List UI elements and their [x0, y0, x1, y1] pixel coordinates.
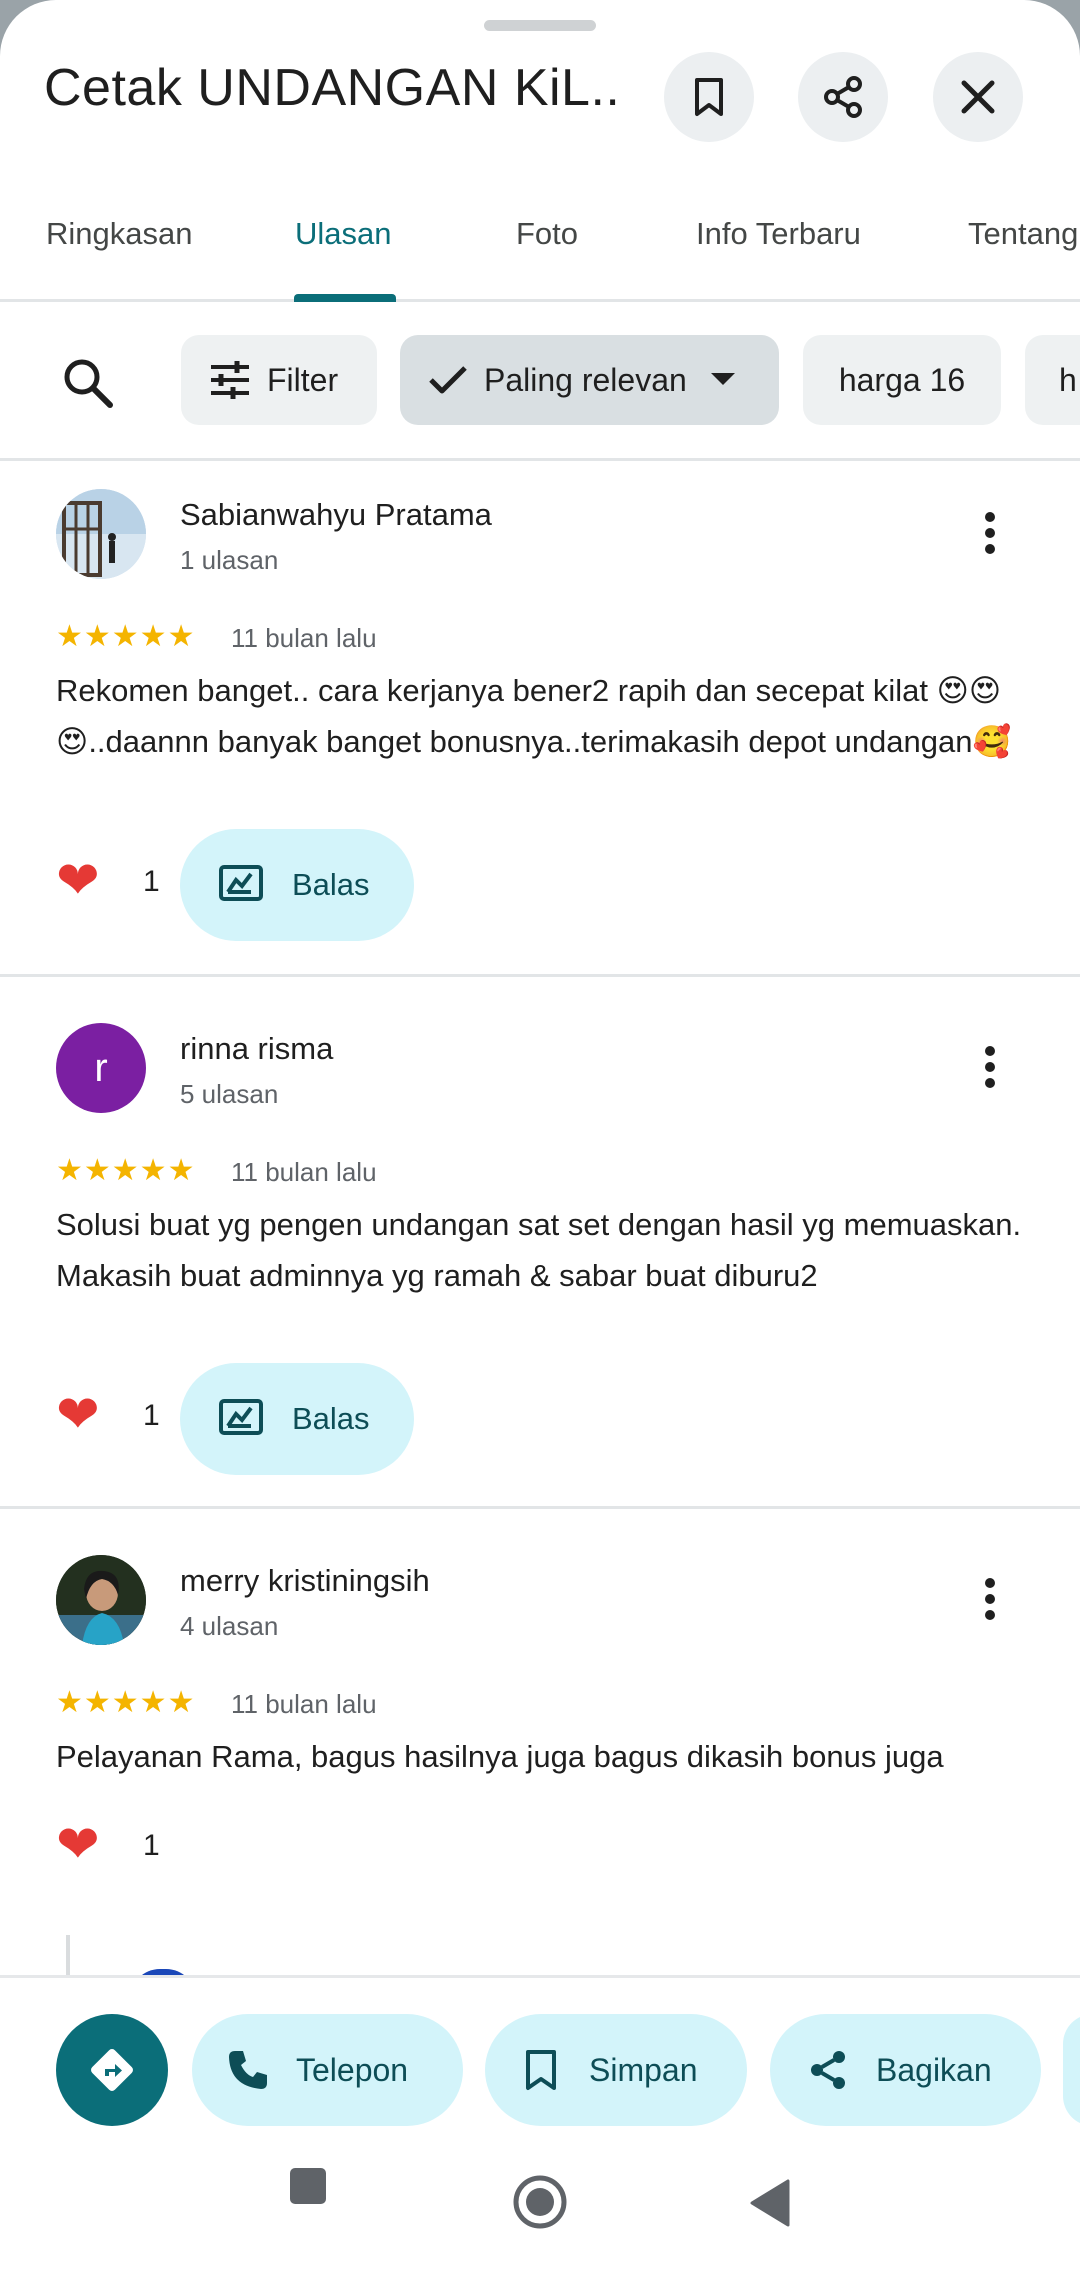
- topic-chip-harga[interactable]: harga 16: [803, 335, 1001, 425]
- more-vert-icon: [985, 1578, 995, 1620]
- close-button[interactable]: [933, 52, 1023, 142]
- share-button[interactable]: Bagikan: [770, 2014, 1041, 2126]
- review-card: r rinna risma 5 ulasan ★★★★★ 11 bulan la…: [0, 977, 1080, 1509]
- review-time: 11 bulan lalu: [231, 1157, 377, 1187]
- bookmark-icon: [526, 2050, 556, 2090]
- directions-icon: [91, 2049, 133, 2091]
- more-vert-icon: [985, 1046, 995, 1088]
- tab-tentang[interactable]: Tentang: [968, 216, 1078, 252]
- review-filter-bar: Filter Paling relevan harga 16 h: [0, 305, 1080, 461]
- like-count: 1: [143, 1829, 160, 1862]
- more-options-button[interactable]: [974, 509, 1006, 557]
- review-text: Pelayanan Rama, bagus hasilnya juga bagu…: [56, 1739, 944, 1774]
- avatar[interactable]: [56, 489, 146, 579]
- star-rating: ★★★★★: [56, 1154, 196, 1187]
- reviewer-review-count: 4 ulasan: [180, 1611, 279, 1641]
- active-tab-indicator: [294, 294, 396, 302]
- sort-chip[interactable]: Paling relevan: [400, 335, 779, 425]
- topic-chip-label: h: [1059, 361, 1077, 398]
- profile-photo: [56, 489, 146, 579]
- save-button[interactable]: Simpan: [485, 2014, 747, 2126]
- bookmark-icon: [695, 78, 723, 116]
- directions-button[interactable]: [56, 2014, 168, 2126]
- place-sheet: Cetak UNDANGAN KiL... Ringkasan Ulasan F…: [0, 0, 1080, 2271]
- avatar[interactable]: [56, 1555, 146, 1645]
- owner-reply-thread-line: [66, 1935, 70, 1975]
- reviewer-review-count: 1 ulasan: [180, 545, 279, 575]
- filter-chip[interactable]: Filter: [181, 335, 377, 425]
- share-header-button[interactable]: [798, 52, 888, 142]
- review-card: Sabianwahyu Pratama 1 ulasan ★★★★★ 11 bu…: [0, 461, 1080, 977]
- reply-button[interactable]: Balas: [180, 1363, 414, 1475]
- home-nav-button[interactable]: [510, 2172, 570, 2232]
- filter-chip-label: Filter: [267, 361, 339, 398]
- check-icon: [429, 366, 467, 394]
- phone-icon: [229, 2051, 267, 2089]
- reply-button[interactable]: Balas: [180, 829, 414, 941]
- call-button-label: Telepon: [296, 2051, 409, 2088]
- tab-info-terbaru[interactable]: Info Terbaru: [696, 216, 861, 252]
- heart-icon[interactable]: ❤: [56, 1385, 100, 1445]
- reply-icon: [219, 865, 263, 901]
- place-title: Cetak UNDANGAN KiL...: [44, 59, 624, 117]
- reviewer-name[interactable]: merry kristiningsih: [180, 1563, 430, 1599]
- back-nav-button[interactable]: [748, 2178, 792, 2228]
- more-options-button[interactable]: [974, 1043, 1006, 1091]
- heart-icon[interactable]: ❤: [56, 1815, 100, 1875]
- save-button-label: Simpan: [589, 2051, 698, 2088]
- drag-handle[interactable]: [484, 20, 596, 31]
- share-button-label: Bagikan: [876, 2051, 992, 2088]
- more-options-button[interactable]: [974, 1575, 1006, 1623]
- tune-icon: [211, 361, 249, 399]
- review-text: Solusi buat yg pengen undangan sat set d…: [56, 1207, 1022, 1293]
- recents-nav-button[interactable]: [286, 2164, 330, 2208]
- like-count: 1: [143, 865, 160, 898]
- review-text: Rekomen banget.. cara kerjanya bener2 ra…: [56, 673, 1012, 759]
- close-icon: [961, 80, 995, 114]
- review-card: merry kristiningsih 4 ulasan ★★★★★ 11 bu…: [0, 1509, 1080, 1999]
- more-vert-icon: [985, 512, 995, 554]
- back-triangle-icon: [750, 2179, 790, 2227]
- dropdown-arrow-icon: [710, 373, 735, 385]
- home-circle-icon: [513, 2175, 567, 2229]
- reviewer-name[interactable]: Sabianwahyu Pratama: [180, 497, 492, 533]
- tab-ringkasan[interactable]: Ringkasan: [46, 216, 192, 252]
- heart-icon[interactable]: ❤: [56, 851, 100, 911]
- call-button[interactable]: Telepon: [192, 2014, 463, 2126]
- reviewer-review-count: 5 ulasan: [180, 1079, 279, 1109]
- review-time: 11 bulan lalu: [231, 623, 377, 653]
- review-time: 11 bulan lalu: [231, 1689, 377, 1719]
- reply-icon: [219, 1399, 263, 1435]
- reply-button-label: Balas: [292, 867, 370, 902]
- share-icon: [824, 76, 862, 118]
- topic-chip-label: harga 16: [838, 361, 966, 398]
- search-reviews-button[interactable]: [56, 351, 120, 415]
- share-icon: [811, 2051, 845, 2089]
- profile-photo: [56, 1555, 146, 1645]
- avatar[interactable]: r: [56, 1023, 146, 1113]
- tab-bar: Ringkasan Ulasan Foto Info Terbaru Tenta…: [0, 180, 1080, 302]
- star-rating: ★★★★★: [56, 620, 196, 653]
- like-count: 1: [143, 1399, 160, 1432]
- sort-chip-label: Paling relevan: [484, 361, 687, 398]
- star-rating: ★★★★★: [56, 1686, 196, 1719]
- topic-chip-partial[interactable]: h: [1025, 335, 1080, 425]
- reply-button-label: Balas: [292, 1401, 370, 1436]
- search-icon: [64, 359, 113, 408]
- tab-ulasan[interactable]: Ulasan: [295, 216, 392, 252]
- more-actions-button-partial[interactable]: [1063, 2014, 1080, 2126]
- save-header-button[interactable]: [664, 52, 754, 142]
- reviewer-name[interactable]: rinna risma: [180, 1031, 333, 1067]
- tab-foto[interactable]: Foto: [516, 216, 578, 252]
- square-icon: [290, 2168, 326, 2204]
